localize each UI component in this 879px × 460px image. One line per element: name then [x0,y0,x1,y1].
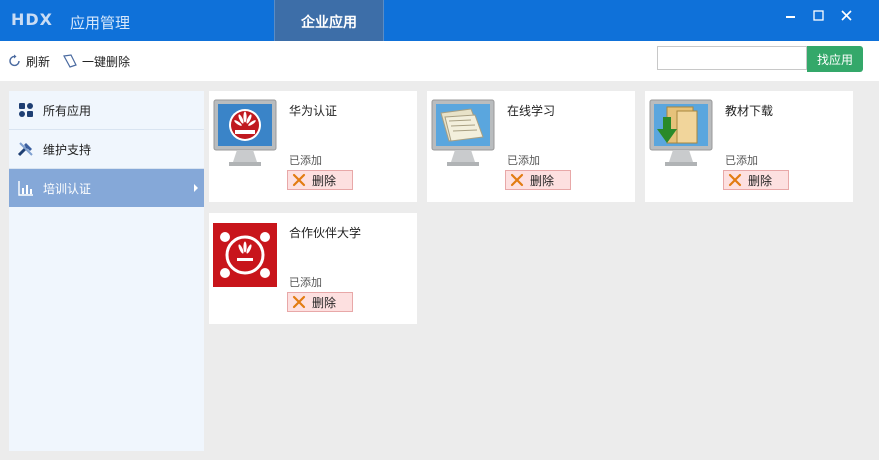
sidebar-item-all-apps[interactable]: 所有应用 [9,91,204,129]
app-status: 已添加 [725,154,758,167]
refresh-label: 刷新 [26,54,51,69]
app-name: 华为认证 [289,104,338,118]
app-name: 在线学习 [507,104,556,118]
hdx-logo: HDX [11,10,53,28]
delete-all-label: 一键删除 [82,54,131,69]
sidebar-item-label: 维护支持 [43,142,92,157]
sidebar-item-label: 培训认证 [43,181,92,196]
delete-button[interactable]: 删除 [287,170,353,190]
sidebar-item-training[interactable]: 培训认证 [9,169,204,207]
apps-grid-icon [17,101,35,119]
delete-label: 删除 [530,173,555,188]
delete-label: 删除 [312,173,337,188]
minimize-icon [786,16,795,18]
app-status: 已添加 [289,276,322,289]
app-title: 应用管理 [70,14,131,32]
app-name: 合作伙伴大学 [289,226,362,240]
delete-button[interactable]: 删除 [287,292,353,312]
eraser-icon [63,54,77,68]
delete-x-icon [728,173,742,187]
close-icon [841,10,852,21]
tab-enterprise-apps[interactable]: 企业应用 [274,0,384,41]
tools-icon [17,140,35,158]
app-card-materials-download[interactable]: 教材下载 已添加 删除 [645,91,853,202]
app-status: 已添加 [507,154,540,167]
delete-button[interactable]: 删除 [505,170,571,190]
close-button[interactable] [838,8,856,26]
chevron-right-icon [194,184,198,192]
bar-chart-icon [17,179,35,197]
maximize-icon [813,10,824,21]
delete-label: 删除 [748,173,773,188]
sidebar-item-maintenance[interactable]: 维护支持 [9,130,204,168]
delete-all-button[interactable]: 一键删除 [62,52,130,70]
huawei-monitor-icon [213,99,277,166]
minimize-button[interactable] [783,8,801,26]
sidebar-item-label: 所有应用 [43,103,92,118]
delete-button[interactable]: 删除 [723,170,789,190]
title-bar: HDX 应用管理 企业应用 [0,0,879,41]
app-card-huawei-cert[interactable]: 华为认证 已添加 删除 [209,91,417,202]
search-input[interactable] [657,46,807,70]
delete-x-icon [510,173,524,187]
app-status: 已添加 [289,154,322,167]
find-app-button[interactable]: 找应用 [807,46,863,72]
delete-label: 删除 [312,295,337,310]
delete-x-icon [292,173,306,187]
tab-label: 企业应用 [301,15,357,31]
app-name: 教材下载 [725,104,774,118]
app-card-partner-university[interactable]: 合作伙伴大学 已添加 删除 [209,213,417,324]
refresh-icon [9,54,20,67]
download-monitor-icon [649,99,713,166]
logo-text: HDX [11,10,53,28]
maximize-button[interactable] [810,8,828,26]
delete-x-icon [292,295,306,309]
app-card-online-learning[interactable]: 在线学习 已添加 删除 [427,91,635,202]
huawei-university-icon [213,223,277,287]
documents-monitor-icon [431,99,495,166]
refresh-button[interactable]: 刷新 [8,52,50,70]
sidebar: 所有应用 维护支持 培训认证 [9,91,204,451]
